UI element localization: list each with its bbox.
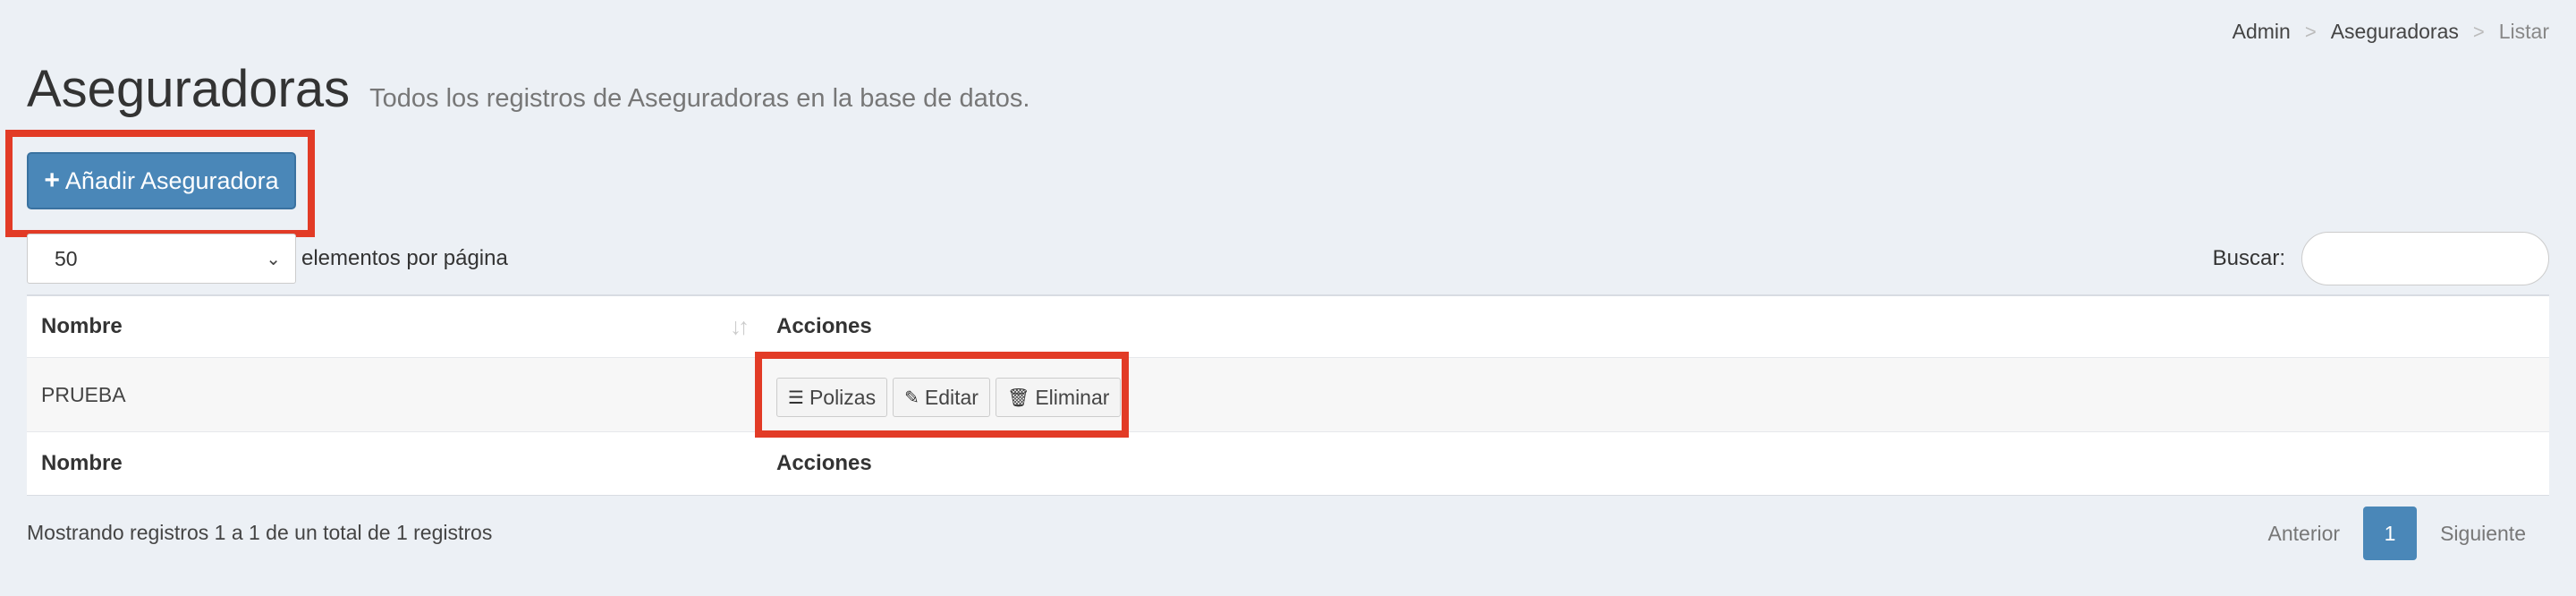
pagination-page-1[interactable]: 1 — [2363, 507, 2418, 560]
page-length-select[interactable]: 50 ⌄ — [27, 234, 296, 284]
pagination: Anterior 1 Siguiente — [2245, 507, 2549, 560]
plus-icon: + — [44, 166, 60, 195]
column-header-nombre-label: Nombre — [41, 314, 123, 338]
editar-label: Editar — [924, 385, 979, 409]
search-input[interactable] — [2301, 232, 2549, 285]
polizas-button[interactable]: ☰ Polizas — [776, 378, 888, 417]
page-length-control: 50 ⌄ elementos por página — [27, 234, 508, 284]
breadcrumb-item-admin[interactable]: Admin — [2233, 20, 2291, 44]
footer-column-nombre-label: Nombre — [41, 451, 123, 475]
pagination-next[interactable]: Siguiente — [2417, 522, 2549, 546]
trash-icon: 🗑 — [1006, 387, 1030, 408]
search-label: Buscar: — [2212, 246, 2285, 270]
breadcrumb-item-aseguradoras[interactable]: Aseguradoras — [2331, 20, 2459, 44]
list-icon: ☰ — [788, 387, 804, 408]
polizas-label: Polizas — [809, 385, 877, 409]
eliminar-button[interactable]: 🗑 Eliminar — [995, 378, 1122, 417]
pagination-previous[interactable]: Anterior — [2245, 522, 2364, 546]
footer-column-acciones: Acciones — [762, 432, 2549, 495]
aseguradoras-table: Nombre ↓↑ Acciones PRUEBA ☰ Polizas ✎ Ed… — [27, 294, 2549, 496]
column-header-acciones: Acciones — [762, 296, 2549, 357]
add-aseguradora-label: Añadir Aseguradora — [64, 166, 279, 194]
page-subtitle: Todos los registros de Aseguradoras en l… — [369, 84, 1030, 113]
edit-icon: ✎ — [904, 387, 919, 408]
cell-nombre: PRUEBA — [27, 358, 762, 431]
row-actions: ☰ Polizas ✎ Editar 🗑 Eliminar — [776, 378, 1122, 417]
search-control: Buscar: — [2213, 232, 2549, 285]
breadcrumb: Admin > Aseguradoras > Listar — [2233, 20, 2549, 44]
table-header-row: Nombre ↓↑ Acciones — [27, 296, 2549, 358]
cell-nombre-value: PRUEBA — [41, 382, 126, 406]
add-aseguradora-button[interactable]: + Añadir Aseguradora — [27, 152, 296, 209]
breadcrumb-separator: > — [2472, 20, 2485, 43]
footer-column-acciones-label: Acciones — [776, 451, 872, 475]
table-footer-row: Nombre Acciones — [27, 432, 2549, 495]
sort-icon[interactable]: ↓↑ — [730, 313, 750, 341]
page-length-label: elementos por página — [301, 246, 508, 270]
breadcrumb-separator: > — [2304, 20, 2317, 43]
column-header-acciones-label: Acciones — [776, 314, 872, 338]
cell-acciones: ☰ Polizas ✎ Editar 🗑 Eliminar — [762, 358, 2549, 431]
breadcrumb-item-listar: Listar — [2498, 20, 2549, 43]
eliminar-label: Eliminar — [1035, 385, 1110, 409]
page-length-value: 50 — [55, 246, 78, 270]
editar-button[interactable]: ✎ Editar — [893, 378, 990, 417]
chevron-down-icon: ⌄ — [266, 249, 281, 269]
page-title: Aseguradoras — [27, 60, 351, 118]
page-header: Aseguradoras Todos los registros de Aseg… — [27, 59, 1030, 119]
table-info: Mostrando registros 1 a 1 de un total de… — [27, 521, 493, 544]
table-row: PRUEBA ☰ Polizas ✎ Editar 🗑 Eliminar — [27, 358, 2549, 432]
footer-column-nombre: Nombre — [27, 432, 762, 495]
column-header-nombre[interactable]: Nombre ↓↑ — [27, 296, 762, 357]
